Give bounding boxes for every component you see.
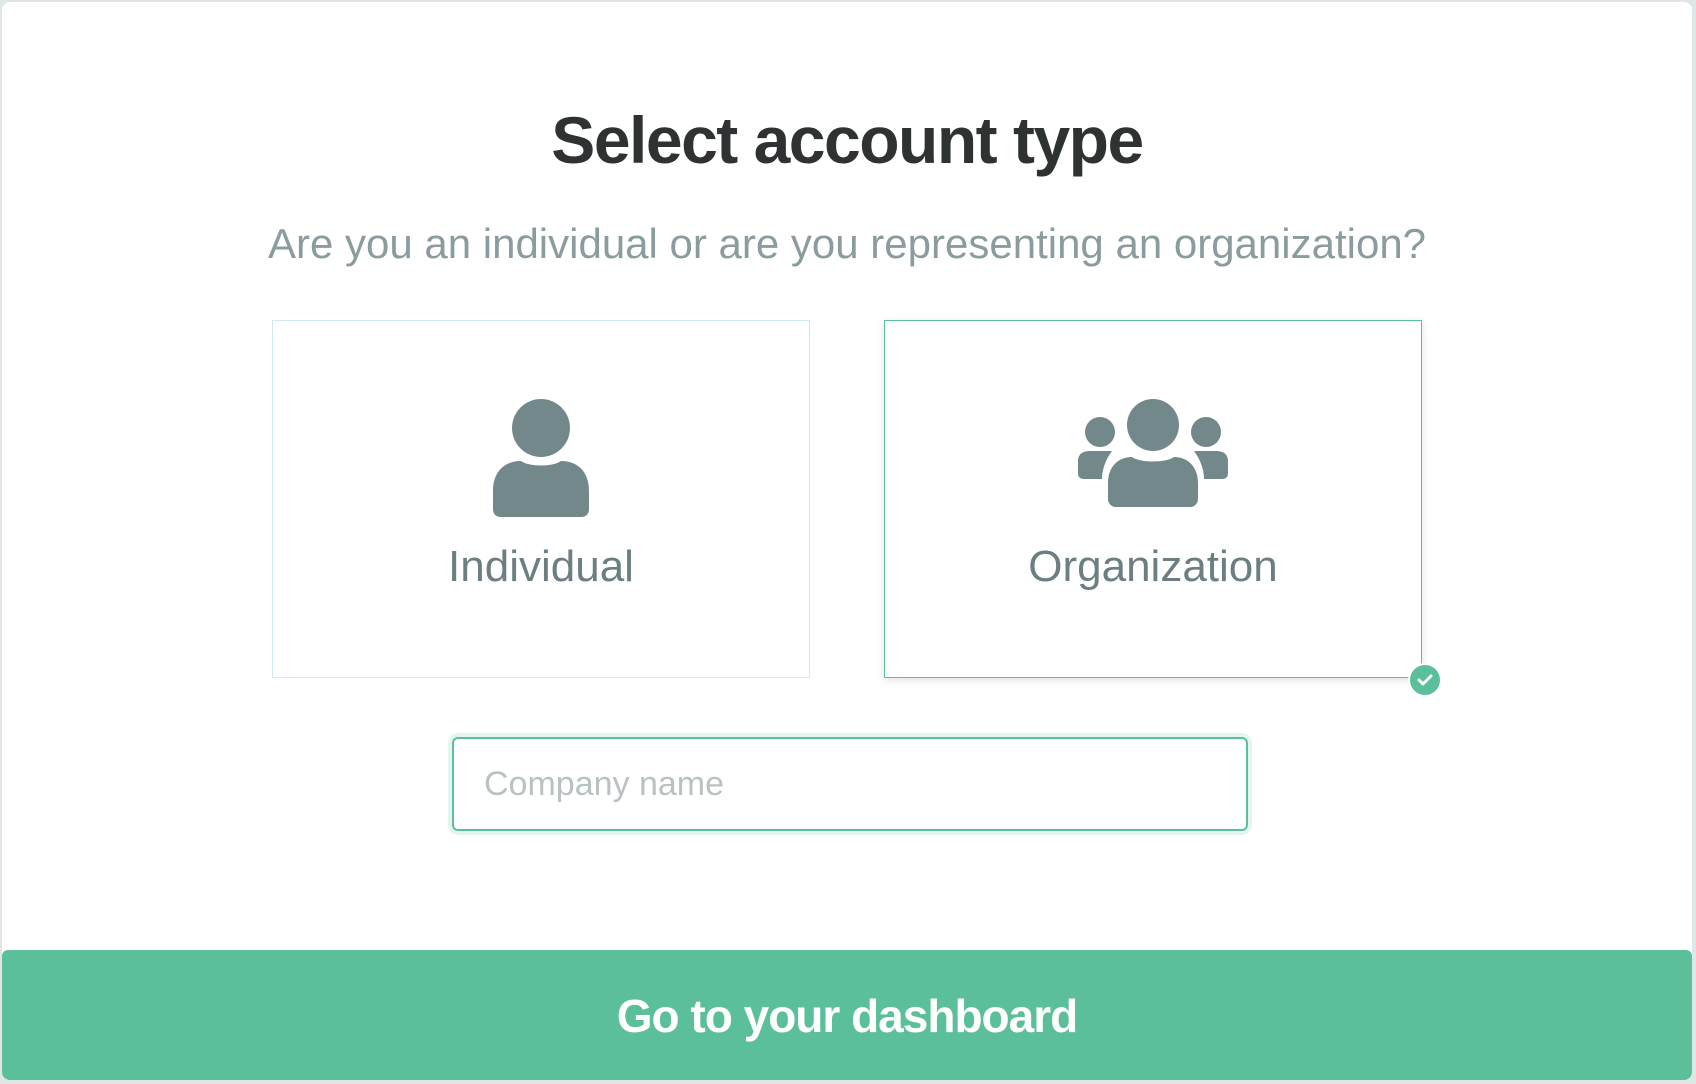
- company-name-field: [452, 737, 1248, 831]
- selected-check-icon: [1408, 663, 1442, 697]
- option-card-individual[interactable]: Individual: [272, 320, 810, 678]
- go-to-dashboard-button[interactable]: Go to your dashboard: [2, 950, 1692, 1080]
- user-icon: [273, 399, 809, 519]
- users-icon: [885, 399, 1421, 519]
- option-label-organization: Organization: [1028, 542, 1278, 591]
- page-subtitle: Are you an individual or are you represe…: [267, 220, 1427, 267]
- account-type-dialog: Select account type Are you an individua…: [2, 2, 1692, 1080]
- option-card-organization[interactable]: Organization: [884, 320, 1422, 678]
- page-title: Select account type: [551, 103, 1144, 177]
- option-label-individual: Individual: [448, 542, 634, 591]
- company-name-input[interactable]: [454, 739, 1246, 829]
